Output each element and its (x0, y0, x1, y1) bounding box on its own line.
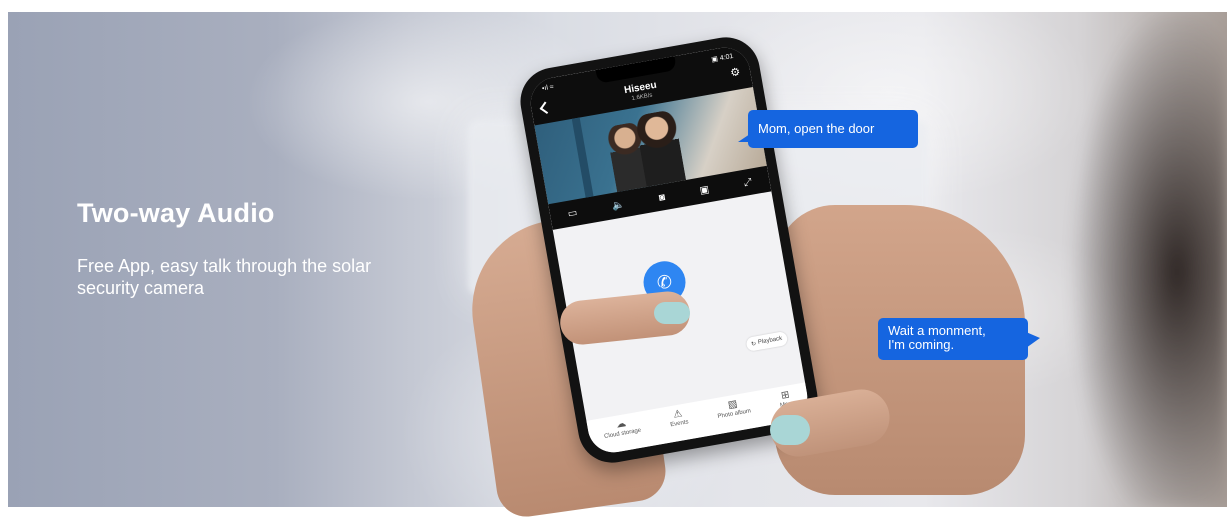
nav-label-events: Events (669, 419, 690, 429)
nav-item-photo-album[interactable]: ▨ Photo album (715, 396, 751, 420)
speech-bubble-child-text: Mom, open the door (758, 121, 875, 136)
fullscreen-icon[interactable]: ⤢ (743, 176, 753, 188)
live-view-panel: •ıl ≈ ▣ 4:01 Hiseeu 1.6KB/s ⚙ ▭ 🔈 ◙ ▣ ⤢ (526, 43, 772, 230)
record-icon[interactable]: ▣ (699, 184, 710, 196)
speech-bubble-parent-line1: Wait a monment, (888, 323, 986, 338)
snapshot-icon[interactable]: ◙ (658, 191, 666, 203)
sd-card-icon[interactable]: ▭ (567, 207, 578, 219)
shadow-figure (1037, 12, 1227, 507)
playback-button[interactable]: ↻ Playback (745, 330, 789, 352)
phone-handset-icon: ✆ (655, 270, 674, 293)
settings-gear-icon[interactable]: ⚙ (729, 65, 741, 80)
hero-subtitle: Free App, easy talk through the solar se… (77, 256, 372, 298)
mute-icon[interactable]: 🔈 (611, 199, 625, 212)
nav-label-photo-album: Photo album (717, 408, 752, 421)
speech-bubble-child: Mom, open the door (738, 110, 918, 148)
playback-icon: ↻ (750, 340, 757, 348)
right-thumbnail (770, 415, 810, 445)
speech-bubble-parent: Wait a monment, I'm coming. (878, 318, 1040, 360)
nav-item-cloud[interactable]: ☁ Cloud storage (602, 416, 642, 440)
signal-status: •ıl ≈ (541, 83, 555, 93)
hero-title: Two-way Audio (77, 198, 275, 228)
left-thumbnail (654, 302, 690, 324)
playback-label: Playback (757, 335, 783, 346)
speech-bubble-parent-line2: I'm coming. (888, 337, 955, 352)
nav-item-events[interactable]: ⚠ Events (668, 407, 689, 428)
battery-time-status: ▣ 4:01 (710, 52, 734, 64)
door-frame (571, 117, 594, 198)
